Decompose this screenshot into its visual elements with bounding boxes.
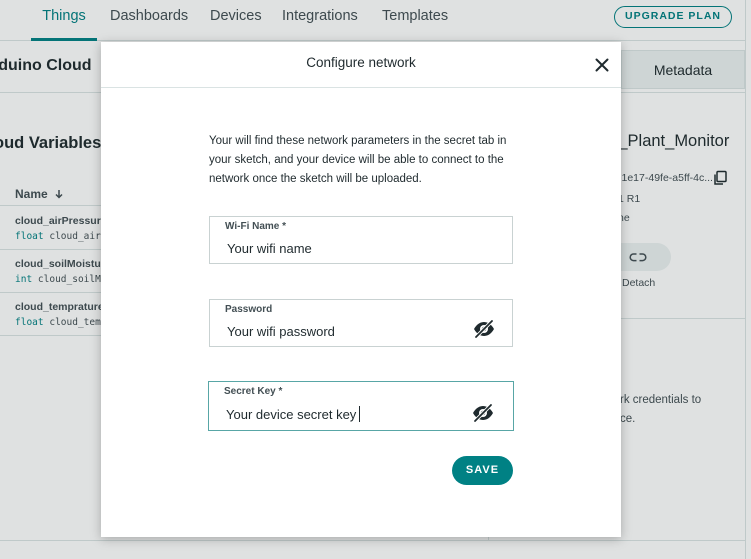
dialog-title: Configure network <box>306 55 416 70</box>
password-label: Password <box>225 304 273 315</box>
secret-key-input[interactable] <box>226 405 466 423</box>
password-field[interactable]: Password <box>209 299 513 347</box>
password-input[interactable] <box>227 322 467 340</box>
wifi-name-field[interactable]: Wi-Fi Name * <box>209 216 513 264</box>
save-button[interactable]: SAVE <box>452 456 513 485</box>
eye-off-icon[interactable] <box>472 319 496 339</box>
configure-network-dialog: Configure network Your will find these n… <box>101 42 621 537</box>
wifi-name-label: Wi-Fi Name * <box>225 221 287 232</box>
secret-key-label: Secret Key * <box>224 386 283 397</box>
eye-off-icon[interactable] <box>471 403 495 423</box>
wifi-name-input[interactable] <box>227 239 467 257</box>
text-caret <box>359 406 360 422</box>
secret-key-field[interactable]: Secret Key * <box>208 381 514 431</box>
dialog-description: Your will find these network parameters … <box>209 135 507 185</box>
close-icon[interactable] <box>591 54 613 76</box>
dialog-header: Configure network <box>101 42 621 88</box>
